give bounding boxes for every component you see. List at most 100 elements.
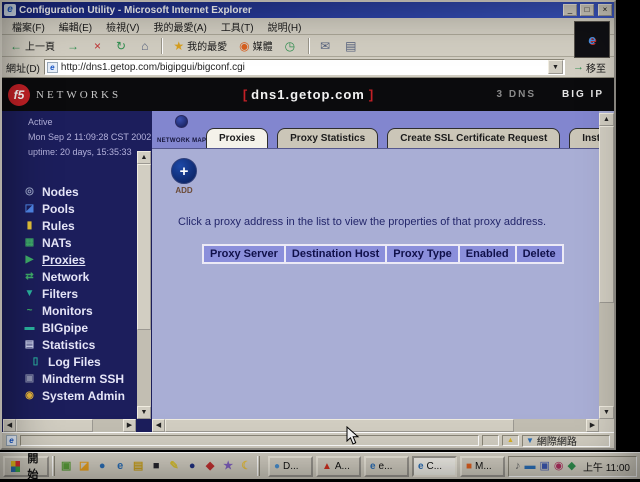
toolbar-button[interactable]: ← 上一頁: [6, 36, 59, 55]
scroll-down-button[interactable]: ▼: [137, 406, 151, 419]
taskbar-clock[interactable]: 上午 11:00: [583, 459, 630, 474]
sidebar-item[interactable]: ⇄ Network: [23, 268, 132, 285]
toolbar-button[interactable]: [161, 38, 163, 54]
toolbar-button[interactable]: ×: [90, 36, 108, 55]
task-button[interactable]: e C...: [412, 456, 457, 477]
proxy-table-header-cell[interactable]: Delete: [515, 244, 564, 264]
sidebar-item[interactable]: ◉ System Admin: [23, 387, 132, 404]
sidebar-vscrollbar[interactable]: ▲ ▼: [137, 151, 151, 419]
quick-launch-icon[interactable]: ■: [148, 458, 164, 474]
scroll-right-button[interactable]: ▶: [586, 419, 599, 432]
scroll-up-button[interactable]: ▲: [599, 113, 614, 126]
scroll-left-button[interactable]: ◀: [152, 419, 165, 432]
menu-item[interactable]: 工具(T): [215, 18, 260, 35]
toolbar-button[interactable]: ◉ 媒體: [235, 36, 276, 55]
mouse-cursor: [346, 426, 360, 451]
menu-item[interactable]: 編輯(E): [53, 18, 98, 35]
quick-launch-icon[interactable]: e: [112, 458, 128, 474]
toolbar-button[interactable]: →: [63, 36, 86, 55]
quick-launch-icon[interactable]: ☾: [238, 458, 254, 474]
tray-icon[interactable]: ◆: [567, 460, 575, 473]
toolbar-button[interactable]: [308, 38, 310, 54]
tray-icon[interactable]: ▬: [524, 460, 535, 473]
address-input[interactable]: e http://dns1.getop.com/bigipgui/bigconf…: [44, 59, 565, 75]
scrollbar-thumb[interactable]: [599, 126, 614, 303]
sidebar-item[interactable]: ▯ Log Files: [23, 353, 132, 370]
scroll-left-button[interactable]: ◀: [3, 419, 16, 432]
quick-launch-icon[interactable]: ◪: [76, 458, 92, 474]
scroll-right-button[interactable]: ▶: [123, 419, 136, 432]
scroll-up-button[interactable]: ▲: [137, 151, 151, 164]
banner-nav-item[interactable]: BIG IP: [562, 89, 604, 100]
network-map-button[interactable]: NETWORK MAP: [157, 115, 205, 147]
sidebar-item[interactable]: ▤ Statistics: [23, 336, 132, 353]
go-button[interactable]: → 移至: [569, 59, 610, 76]
task-button-icon: ●: [274, 461, 280, 472]
quick-launch-icon[interactable]: ▤: [130, 458, 146, 474]
task-button[interactable]: ■ M...: [460, 456, 505, 477]
toolbar-button[interactable]: ★ 我的最愛: [169, 36, 231, 55]
minimize-button[interactable]: _: [563, 4, 577, 16]
sidebar-item[interactable]: ▣ Mindterm SSH: [23, 370, 132, 387]
proxy-table-header-cell[interactable]: Destination Host: [284, 244, 387, 264]
sidebar-item-icon: ◪: [23, 203, 36, 214]
sidebar-item[interactable]: ▶ Proxies: [23, 251, 132, 268]
proxy-table-header-cell[interactable]: Enabled: [458, 244, 517, 264]
scrollbar-thumb[interactable]: [16, 419, 93, 432]
tab[interactable]: Proxy Statistics: [277, 128, 378, 148]
toolbar-button[interactable]: ⌂: [137, 36, 155, 55]
menu-item[interactable]: 我的最愛(A): [147, 18, 212, 35]
address-value[interactable]: http://dns1.getop.com/bigipgui/bigconf.c…: [61, 62, 545, 73]
maximize-button[interactable]: □: [580, 4, 594, 16]
quick-launch: ▣◪●e▤■✎●◆★☾: [58, 458, 254, 474]
sidebar-item[interactable]: ~ Monitors: [23, 302, 132, 319]
toolbar-button[interactable]: ▤: [341, 36, 363, 55]
sidebar-item-icon: ▮: [23, 220, 36, 231]
sidebar-hscrollbar[interactable]: ◀ ▶: [3, 419, 136, 432]
tray-icon[interactable]: ♪: [515, 460, 521, 473]
scrollbar-thumb[interactable]: [165, 419, 514, 432]
tray-icon[interactable]: ◉: [554, 460, 564, 473]
toolbar-button[interactable]: ↻: [112, 36, 133, 55]
address-dropdown-button[interactable]: ▼: [548, 60, 563, 74]
sidebar-item[interactable]: ▦ NATs: [23, 234, 132, 251]
scrollbar-thumb[interactable]: [137, 164, 151, 330]
tab[interactable]: Create SSL Certificate Request: [387, 128, 560, 148]
quick-launch-icon[interactable]: ✎: [166, 458, 182, 474]
menu-item[interactable]: 檔案(F): [6, 18, 51, 35]
menu-item[interactable]: 檢視(V): [100, 18, 145, 35]
banner-nav-item[interactable]: 3 DNS: [497, 89, 536, 100]
sidebar-item[interactable]: ▬ BIGpipe: [23, 319, 132, 336]
sidebar-item[interactable]: ▼ Filters: [23, 285, 132, 302]
quick-launch-icon[interactable]: ★: [220, 458, 236, 474]
add-button[interactable]: + ADD: [166, 158, 202, 195]
proxy-table-header-cell[interactable]: Proxy Server: [202, 244, 286, 264]
task-button[interactable]: e e...: [364, 456, 409, 477]
start-button[interactable]: 開始: [3, 456, 49, 477]
toolbar-button[interactable]: ✉: [316, 36, 337, 55]
proxy-table-header-cell[interactable]: Proxy Type: [385, 244, 460, 264]
main-hscrollbar[interactable]: ◀ ▶: [152, 419, 599, 432]
toolbar-button[interactable]: ◷: [281, 36, 302, 55]
quick-launch-icon[interactable]: ◆: [202, 458, 218, 474]
title-bar[interactable]: e Configuration Utility - Microsoft Inte…: [2, 2, 614, 18]
sidebar-item[interactable]: ◪ Pools: [23, 200, 132, 217]
tab[interactable]: Install SSL Certifi: [569, 128, 599, 148]
task-button[interactable]: ▲ A...: [316, 456, 361, 477]
sidebar-item[interactable]: ▮ Rules: [23, 217, 132, 234]
tab[interactable]: Proxies: [206, 128, 268, 148]
tray-icon[interactable]: ▣: [539, 460, 549, 473]
scroll-down-button[interactable]: ▼: [599, 406, 614, 419]
quick-launch-icon[interactable]: ▣: [58, 458, 74, 474]
task-button[interactable]: ● D...: [268, 456, 313, 477]
sidebar-item[interactable]: ◎ Nodes: [23, 183, 132, 200]
proxies-panel: + ADD Click a proxy address in the list …: [152, 150, 599, 419]
close-button[interactable]: ×: [598, 4, 612, 16]
main-vscrollbar[interactable]: ▲ ▼: [599, 113, 614, 419]
quick-launch-icon[interactable]: ●: [94, 458, 110, 474]
quick-launch-icon[interactable]: ●: [184, 458, 200, 474]
globe-icon: ▼: [526, 436, 534, 445]
ie-throbber-logo-icon: e: [588, 32, 595, 47]
menu-item[interactable]: 說明(H): [262, 18, 308, 35]
f5-banner: f5 NETWORKS [dns1.getop.com] 3 DNSBIG IP: [2, 78, 614, 111]
